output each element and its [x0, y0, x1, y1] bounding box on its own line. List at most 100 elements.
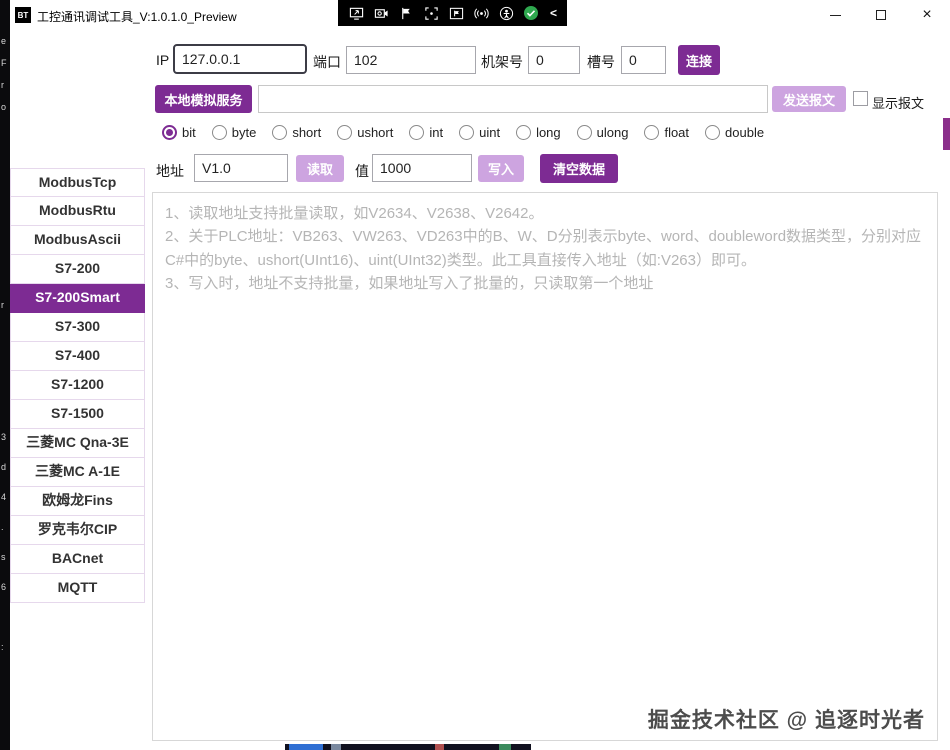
- port-label: 端口: [313, 54, 341, 70]
- edge-text-fragment: r: [1, 80, 4, 90]
- recorder-overlay-toolbar: <: [338, 0, 568, 26]
- sidebar-item-s7-200smart[interactable]: S7-200Smart: [10, 284, 145, 313]
- ready-check-icon[interactable]: [523, 5, 539, 21]
- radio-label: short: [292, 125, 322, 140]
- radio-option-long[interactable]: long: [516, 125, 561, 140]
- protocol-sidebar: ModbusTcp ModbusRtu ModbusAscii S7-200 S…: [10, 168, 145, 603]
- radio-option-bit[interactable]: bit: [162, 125, 196, 140]
- ip-label: IP: [156, 52, 170, 68]
- radio-icon: [705, 125, 721, 140]
- value-input[interactable]: [372, 154, 472, 182]
- camera-icon[interactable]: [373, 5, 389, 21]
- edge-text-fragment: F: [1, 58, 7, 68]
- radio-option-uint[interactable]: uint: [459, 125, 500, 140]
- hint-line-3: 3、写入时，地址不支持批量，如果地址写入了批量的，只读取第一个地址: [165, 274, 654, 292]
- radio-option-float[interactable]: float: [644, 125, 689, 140]
- flag-region-icon[interactable]: [448, 5, 464, 21]
- send-message-button[interactable]: 发送报文: [772, 86, 846, 112]
- screen: e F r o r 3 d 4 . s 6 : BT 工控通讯调试工具_V:1.…: [0, 0, 950, 750]
- connect-button[interactable]: 连接: [678, 45, 720, 75]
- collapse-toolbar-button[interactable]: <: [548, 6, 557, 20]
- radio-label: long: [536, 125, 561, 140]
- sidebar-item-modbusrtu[interactable]: ModbusRtu: [10, 197, 145, 226]
- edge-text-fragment: o: [1, 102, 7, 112]
- radio-option-byte[interactable]: byte: [211, 125, 257, 140]
- radio-label: uint: [479, 125, 501, 140]
- edge-text-fragment: :: [1, 642, 4, 652]
- watermark-text: 掘金技术社区 @ 追逐时光者: [647, 709, 925, 732]
- radio-icon: [211, 125, 227, 140]
- region-capture-icon[interactable]: [423, 5, 439, 21]
- window-controls: ×: [812, 0, 950, 30]
- taskbar-segment: [331, 744, 341, 750]
- taskbar-segment: [499, 744, 511, 750]
- sidebar-item-s7-200[interactable]: S7-200: [10, 255, 145, 284]
- sidebar-item-mitsubishi-a1e[interactable]: 三菱MC A-1E: [10, 458, 145, 487]
- edge-text-fragment: 3: [1, 432, 7, 442]
- port-input[interactable]: [346, 46, 476, 74]
- sidebar-item-mitsubishi-qna3e[interactable]: 三菱MC Qna-3E: [10, 429, 145, 458]
- radio-icon: [644, 125, 660, 140]
- flag-icon[interactable]: [398, 5, 414, 21]
- sidebar-item-s7-400[interactable]: S7-400: [10, 342, 145, 371]
- radio-icon: [459, 125, 475, 140]
- sidebar-item-mqtt[interactable]: MQTT: [10, 574, 145, 603]
- close-button[interactable]: ×: [904, 0, 950, 30]
- rack-label: 机架号: [481, 54, 523, 70]
- show-message-label: 显示报文: [872, 96, 925, 111]
- sidebar-item-s7-1200[interactable]: S7-1200: [10, 371, 145, 400]
- edge-text-fragment: d: [1, 462, 7, 472]
- radio-icon: [576, 125, 592, 140]
- clear-data-button[interactable]: 清空数据: [540, 154, 618, 183]
- ip-input[interactable]: [173, 44, 307, 74]
- screen-share-icon[interactable]: [348, 5, 364, 21]
- edge-text-fragment: .: [1, 522, 4, 532]
- minimize-icon: [829, 14, 841, 16]
- maximize-button[interactable]: [858, 0, 904, 30]
- sidebar-item-modbustcp[interactable]: ModbusTcp: [10, 168, 145, 197]
- sidebar-item-modbusascii[interactable]: ModbusAscii: [10, 226, 145, 255]
- accessibility-icon[interactable]: [498, 5, 514, 21]
- rack-input[interactable]: [528, 46, 580, 74]
- radio-option-ulong[interactable]: ulong: [576, 125, 629, 140]
- app-window: BT 工控通讯调试工具_V:1.0.1.0_Preview × ModbusTc…: [10, 0, 950, 750]
- address-label: 地址: [156, 163, 184, 179]
- sidebar-item-s7-300[interactable]: S7-300: [10, 313, 145, 342]
- radio-label: byte: [231, 125, 257, 140]
- message-input[interactable]: [258, 85, 768, 113]
- window-title: 工控通讯调试工具_V:1.0.1.0_Preview: [37, 10, 237, 24]
- edge-text-fragment: e: [1, 36, 7, 46]
- desktop-edge-strip: e F r o r 3 d 4 . s 6 :: [0, 0, 10, 750]
- radio-icon: [516, 125, 532, 140]
- radio-label: double: [725, 125, 765, 140]
- hint-line-1: 1、读取地址支持批量读取，如V2634、V2638、V2642。: [165, 205, 544, 222]
- sidebar-item-bacnet[interactable]: BACnet: [10, 545, 145, 574]
- radio-option-int[interactable]: int: [409, 125, 443, 140]
- taskbar-segment: [289, 744, 323, 750]
- edge-text-fragment: 6: [1, 582, 7, 592]
- radio-option-short[interactable]: short: [272, 125, 321, 140]
- output-area[interactable]: 1、读取地址支持批量读取，如V2634、V2638、V2642。 2、关于PLC…: [152, 192, 938, 741]
- edge-text-fragment: r: [1, 300, 4, 310]
- minimize-button[interactable]: [812, 0, 858, 30]
- app-icon: BT: [15, 7, 31, 23]
- sidebar-item-rockwell-cip[interactable]: 罗克韦尔CIP: [10, 516, 145, 545]
- show-message-checkbox[interactable]: [853, 91, 868, 106]
- radio-label: bit: [182, 125, 196, 140]
- radio-option-double[interactable]: double: [705, 125, 764, 140]
- close-icon: ×: [922, 6, 932, 23]
- radio-icon: [337, 125, 353, 140]
- radio-label: int: [429, 125, 444, 140]
- radio-option-ushort[interactable]: ushort: [337, 125, 393, 140]
- sidebar-item-omron-fins[interactable]: 欧姆龙Fins: [10, 487, 145, 516]
- right-edge-fragment: [943, 118, 950, 150]
- sidebar-item-s7-1500[interactable]: S7-1500: [10, 400, 145, 429]
- write-button[interactable]: 写入: [478, 155, 524, 182]
- local-sim-button[interactable]: 本地模拟服务: [155, 85, 252, 113]
- broadcast-icon[interactable]: [473, 5, 489, 21]
- read-button[interactable]: 读取: [296, 155, 344, 182]
- radio-icon: [272, 125, 288, 140]
- address-input[interactable]: [194, 154, 288, 182]
- radio-label: ulong: [596, 125, 629, 140]
- slot-input[interactable]: [621, 46, 666, 74]
